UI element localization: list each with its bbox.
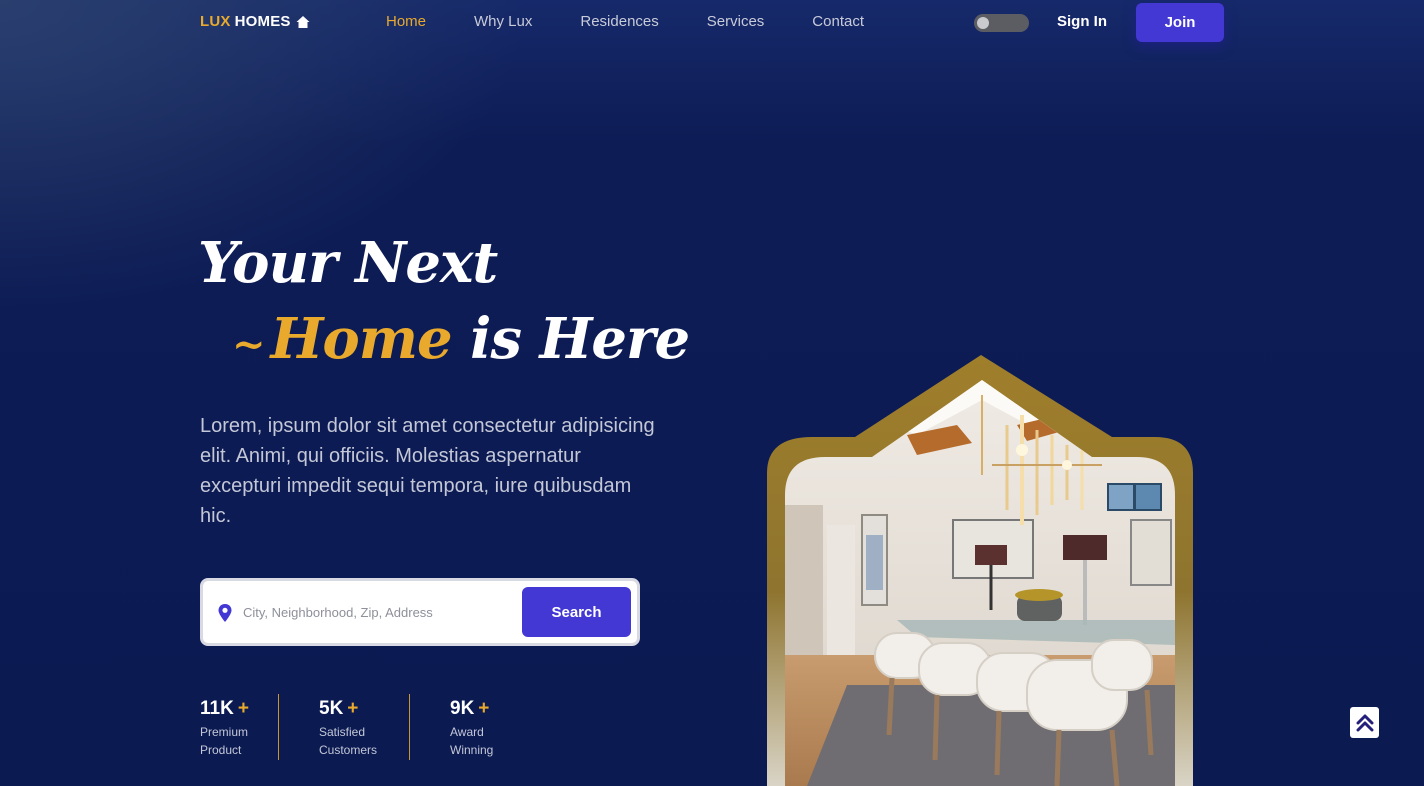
logo[interactable]: LUX HOMES	[200, 13, 310, 30]
hero-title-rest: is Here	[470, 306, 690, 372]
hero-title-highlight: Home	[270, 306, 453, 372]
stat-value: 9K	[450, 698, 475, 719]
hero-title-line2: ~ Home is Here	[232, 306, 690, 376]
map-pin-icon	[218, 604, 232, 622]
hero-interior-image	[767, 355, 1193, 786]
nav-item-home[interactable]: Home	[386, 13, 426, 30]
hero-title-line1: Your Next	[198, 230, 498, 296]
stat-award-winning: 9K + Award Winning	[450, 697, 530, 759]
search-input[interactable]	[243, 600, 513, 624]
stat-label-line1: Satisfied	[319, 725, 366, 739]
stat-label-line2: Winning	[450, 743, 494, 757]
sign-in-link[interactable]: Sign In	[1057, 13, 1107, 30]
toggle-knob	[977, 17, 989, 29]
hero-tilde: ~	[232, 321, 266, 368]
logo-lux-text: LUX	[200, 13, 231, 30]
stat-value: 5K	[319, 698, 344, 719]
stat-label-line1: Award	[450, 725, 484, 739]
join-button[interactable]: Join	[1136, 3, 1224, 42]
stat-label-line1: Premium	[200, 725, 249, 739]
stat-divider	[278, 694, 279, 760]
search-button[interactable]: Search	[522, 587, 631, 637]
stat-plus: +	[347, 698, 359, 719]
theme-toggle[interactable]	[974, 14, 1029, 32]
stat-satisfied-customers: 5K + Satisfied Customers	[319, 697, 399, 759]
double-chevron-up-icon	[1356, 714, 1373, 731]
stat-premium-product: 11K + Premium Product	[200, 697, 280, 759]
logo-homes-text: HOMES	[234, 13, 291, 30]
stat-value: 11K	[200, 698, 234, 719]
stat-label-line2: Product	[200, 743, 242, 757]
stat-divider	[409, 694, 410, 760]
hero-description: Lorem, ipsum dolor sit amet consectetur …	[200, 415, 655, 527]
stat-plus: +	[237, 698, 249, 719]
scroll-to-top-button[interactable]	[1350, 707, 1379, 738]
stat-label-line2: Customers	[319, 743, 378, 757]
nav-item-services[interactable]: Services	[707, 13, 765, 30]
nav-item-why-lux[interactable]: Why Lux	[474, 13, 532, 30]
top-navbar: LUX HOMES Home Why Lux Residences Servic…	[0, 0, 1424, 46]
nav-item-contact[interactable]: Contact	[812, 13, 864, 30]
stat-plus: +	[478, 698, 490, 719]
nav-item-residences[interactable]: Residences	[580, 13, 658, 30]
house-icon	[296, 15, 310, 28]
nav-menu: Home Why Lux Residences Services Contact	[386, 13, 912, 30]
search-bar: Search	[200, 578, 640, 646]
